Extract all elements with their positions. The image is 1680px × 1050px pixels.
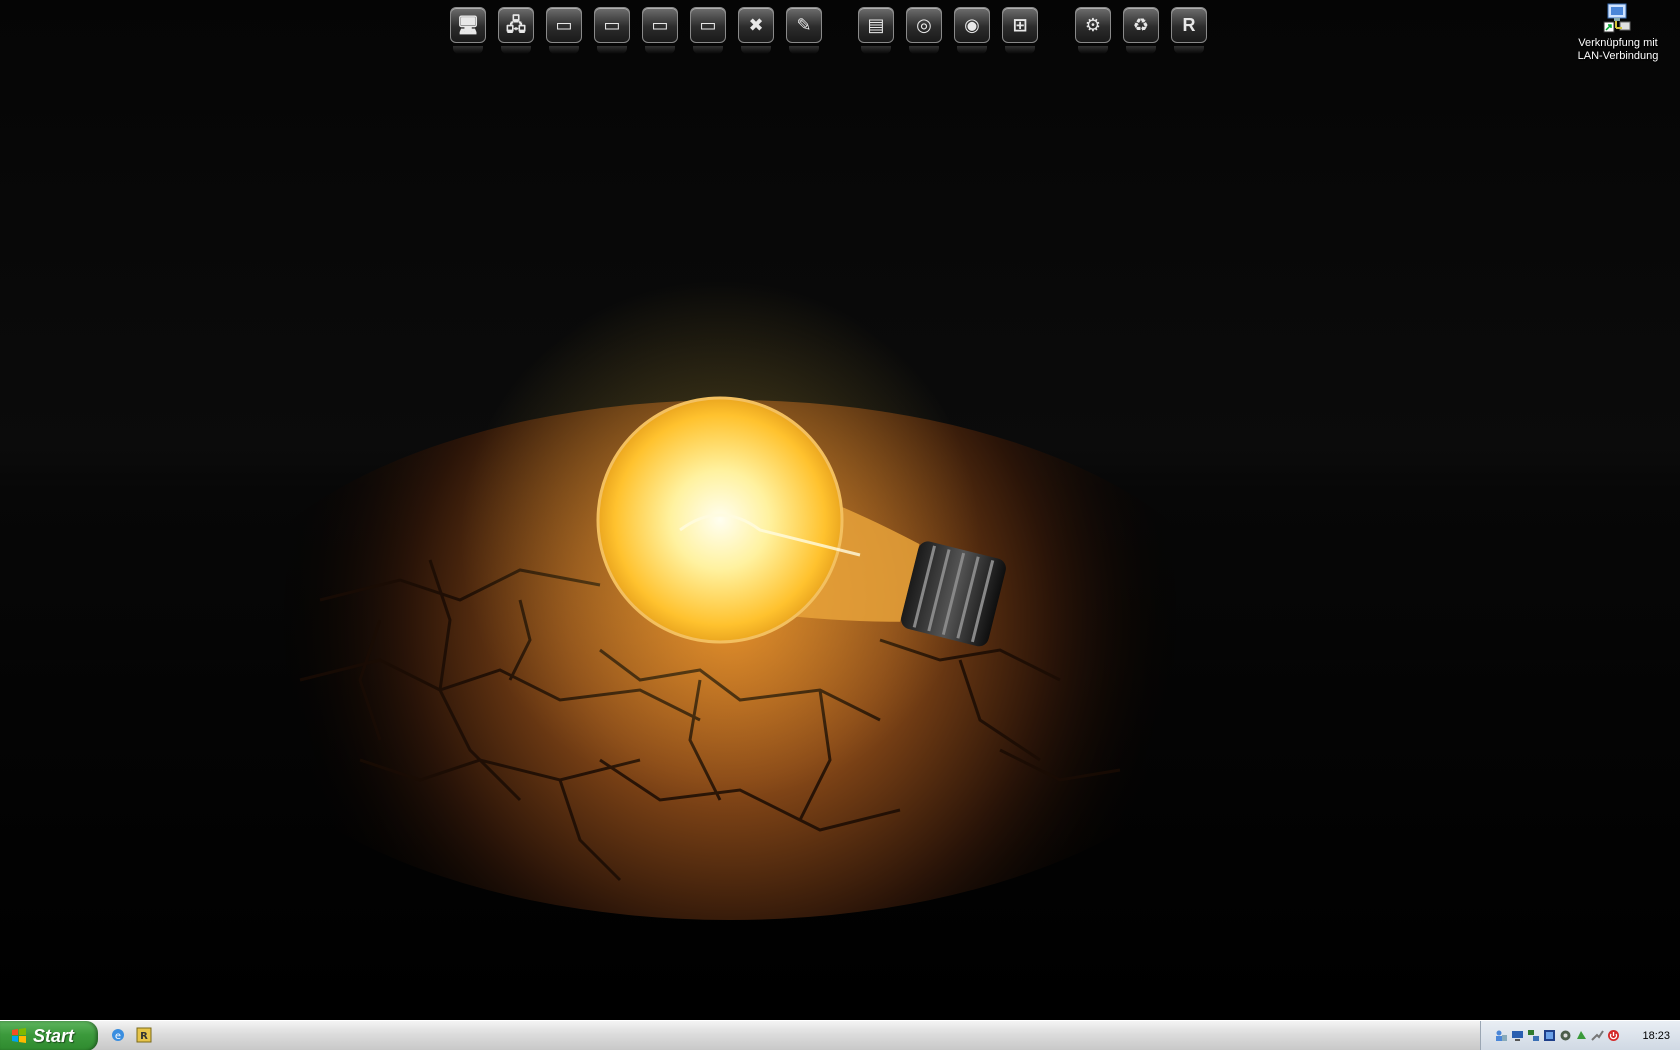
shortcut-label: Verknüpfung mit LAN-Verbindung [1572, 37, 1664, 63]
taskbar: Start e R 18:23 [0, 1020, 1680, 1050]
rocketdock-icon[interactable]: R [1171, 7, 1207, 54]
security-icon[interactable] [1559, 1029, 1572, 1042]
start-button[interactable]: Start [0, 1021, 98, 1050]
network-icon[interactable] [1527, 1029, 1540, 1042]
lan-connection-shortcut[interactable]: Verknüpfung mit LAN-Verbindung [1572, 2, 1664, 63]
drive-e-icon[interactable]: ▭ [642, 7, 678, 54]
control-panel-icon[interactable]: ⚙ [1075, 7, 1111, 54]
start-label: Start [33, 1026, 75, 1046]
connection-icon[interactable] [1591, 1029, 1604, 1042]
svg-text:R: R [140, 1031, 148, 1042]
notepad-icon[interactable]: ✎ [786, 7, 822, 54]
xp-tools-icon[interactable]: ✖ [738, 7, 774, 54]
clock[interactable]: 18:23 [1642, 1021, 1670, 1050]
display-icon[interactable] [1543, 1029, 1556, 1042]
power-icon[interactable] [1607, 1029, 1620, 1042]
recycle-bin-icon[interactable]: ♻ [1123, 7, 1159, 54]
system-tray: 18:23 [1480, 1021, 1680, 1050]
drive-d-icon[interactable]: ▭ [594, 7, 630, 54]
shortcut-label-line2: LAN-Verbindung [1577, 50, 1659, 62]
shortcut-label-line1: Verknüpfung mit [1578, 37, 1658, 49]
windows-icon[interactable]: ⊞ [1002, 7, 1038, 54]
media-player-icon[interactable]: ◉ [954, 7, 990, 54]
svg-text:e: e [115, 1031, 121, 1042]
chrome-icon[interactable]: ◎ [906, 7, 942, 54]
drive-f-icon[interactable]: ▭ [690, 7, 726, 54]
rocketdock-quicklaunch-icon[interactable]: R [136, 1027, 152, 1043]
sync-icon[interactable] [1575, 1029, 1588, 1042]
network-users-icon[interactable] [1495, 1029, 1508, 1042]
lightbulb-wallpaper-image [210, 280, 1250, 920]
network-connection-icon [1602, 2, 1634, 34]
network-places-icon[interactable]: 🖧 [498, 7, 534, 54]
my-computer-icon[interactable]: 🖥 [450, 7, 486, 54]
explorer-window-icon[interactable]: ▤ [858, 7, 894, 54]
windows-logo-icon [12, 1028, 26, 1043]
internet-explorer-icon[interactable]: e [110, 1027, 126, 1043]
desktop-wallpaper [0, 0, 1680, 1020]
monitor-icon[interactable] [1511, 1029, 1524, 1042]
drive-c-icon[interactable]: ▭ [546, 7, 582, 54]
